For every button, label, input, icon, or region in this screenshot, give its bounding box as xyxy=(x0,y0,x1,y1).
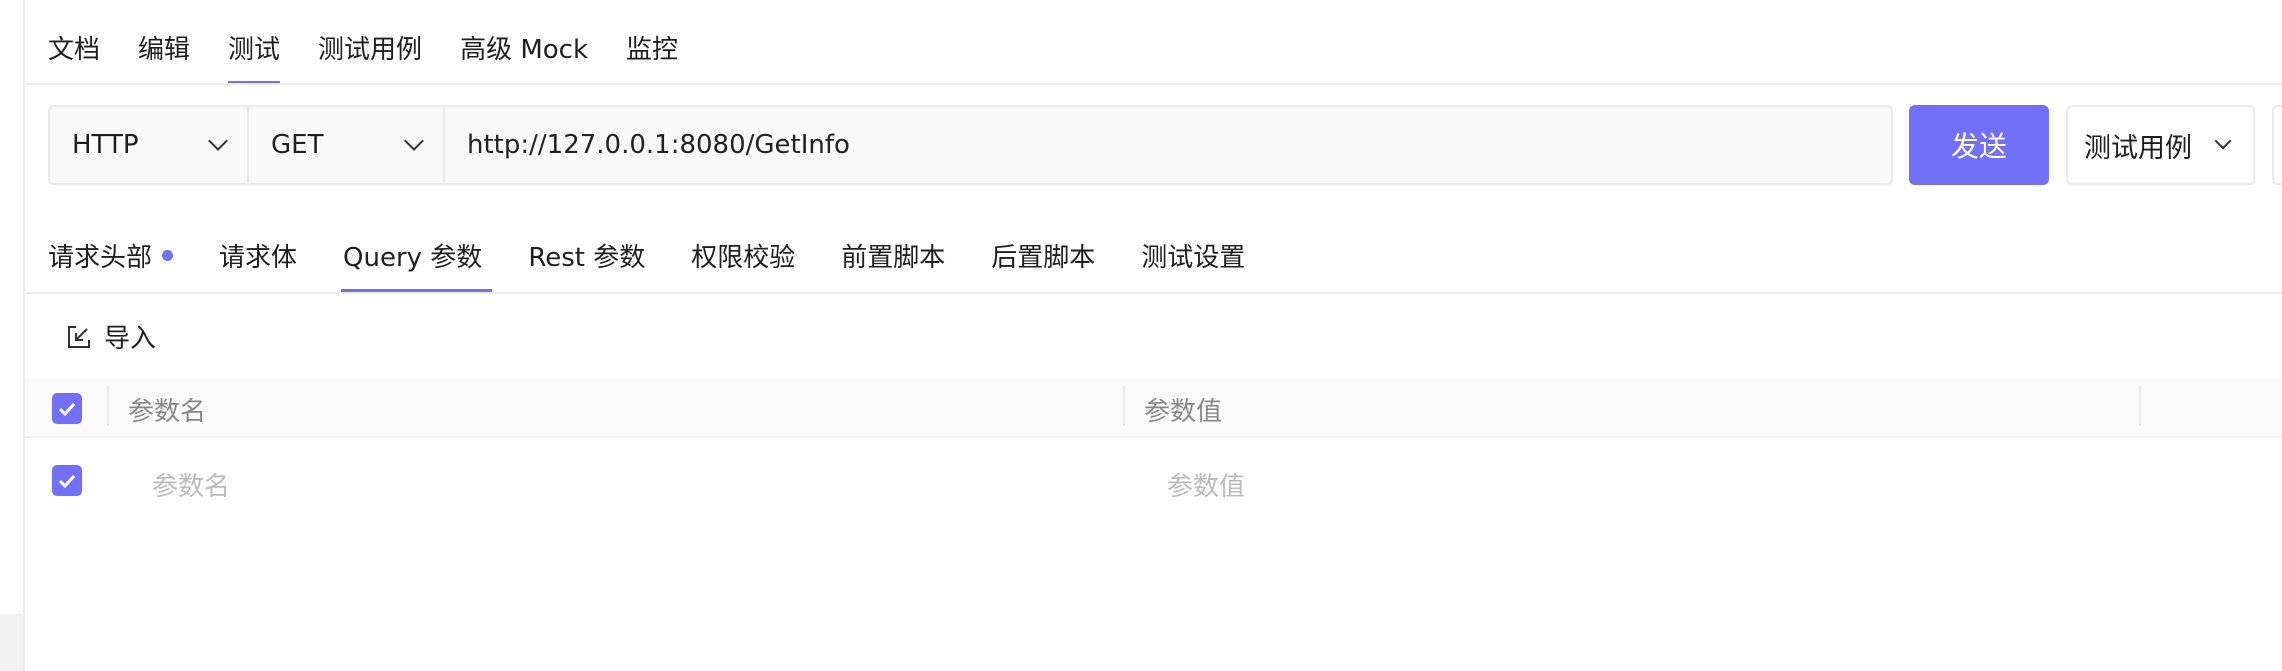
request-tabs: 请求头部 请求体 Query 参数 Rest 参数 权限校验 前置脚本 后置脚本… xyxy=(48,236,1245,293)
column-divider[interactable] xyxy=(2139,386,2141,426)
header-param-name: 参数名 xyxy=(128,397,207,427)
left-panel-footer xyxy=(0,614,23,671)
tab-monitor[interactable]: 监控 xyxy=(626,28,678,84)
chevron-down-icon xyxy=(2214,132,2232,150)
tab-edit[interactable]: 编辑 xyxy=(138,28,190,84)
tab-test-settings[interactable]: 测试设置 xyxy=(1141,236,1245,292)
test-cases-dropdown[interactable]: 测试用例 xyxy=(2066,105,2255,185)
divider xyxy=(25,292,2282,294)
param-value-input[interactable]: 参数值 xyxy=(1167,466,1245,503)
tab-query-params[interactable]: Query 参数 xyxy=(341,236,493,293)
send-button[interactable]: 发送 xyxy=(1909,105,2049,185)
method-select[interactable]: GET xyxy=(249,107,445,183)
protocol-select[interactable]: HTTP xyxy=(50,107,249,183)
chevron-down-icon xyxy=(404,131,424,151)
tab-docs[interactable]: 文档 xyxy=(48,28,100,84)
import-label: 导入 xyxy=(104,324,157,354)
column-divider[interactable] xyxy=(1123,386,1125,426)
tab-advanced-mock[interactable]: 高级 Mock xyxy=(460,28,588,84)
tab-test-cases[interactable]: 测试用例 xyxy=(318,28,422,84)
tab-post-script[interactable]: 后置脚本 xyxy=(991,236,1095,292)
row-checkbox[interactable] xyxy=(52,465,82,496)
tab-headers[interactable]: 请求头部 xyxy=(48,236,174,292)
modified-dot-icon xyxy=(162,250,174,261)
test-cases-label: 测试用例 xyxy=(2084,132,2192,164)
param-name-input[interactable]: 参数名 xyxy=(152,466,230,503)
divider xyxy=(25,83,2282,85)
more-button[interactable] xyxy=(2272,105,2282,185)
params-table-header: 参数名 参数值 xyxy=(25,378,2282,438)
url-input[interactable]: http://127.0.0.1:8080/GetInfo xyxy=(445,107,1891,183)
tab-body[interactable]: 请求体 xyxy=(219,236,297,292)
top-tabs: 文档 编辑 测试 测试用例 高级 Mock 监控 xyxy=(48,28,678,85)
tab-rest-params[interactable]: Rest 参数 xyxy=(528,236,645,292)
check-icon xyxy=(58,474,76,488)
import-icon xyxy=(68,325,90,348)
left-panel-edge xyxy=(0,0,25,671)
tab-label: 请求头部 xyxy=(48,243,153,273)
request-bar: HTTP GET http://127.0.0.1:8080/GetInfo xyxy=(48,105,1893,185)
tab-test[interactable]: 测试 xyxy=(228,28,281,85)
method-value: GET xyxy=(271,130,324,160)
chevron-down-icon xyxy=(208,131,228,151)
header-param-value: 参数值 xyxy=(1144,397,1223,427)
tab-pre-script[interactable]: 前置脚本 xyxy=(841,236,945,292)
check-icon xyxy=(58,402,76,416)
select-all-checkbox[interactable] xyxy=(52,393,82,424)
column-divider xyxy=(107,386,109,426)
tab-auth[interactable]: 权限校验 xyxy=(691,236,795,292)
import-button[interactable]: 导入 xyxy=(66,318,156,355)
protocol-value: HTTP xyxy=(72,130,139,160)
